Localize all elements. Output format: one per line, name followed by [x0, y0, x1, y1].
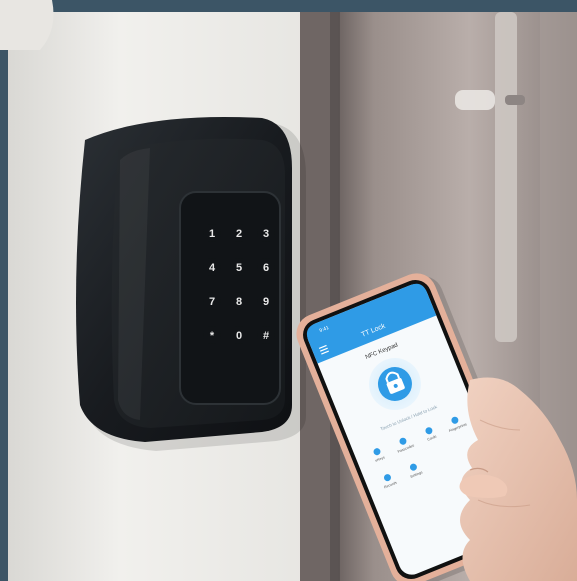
- keypad-key-label: 6: [263, 262, 269, 274]
- door-handle: [495, 12, 517, 342]
- keypad-key-label: 2: [236, 228, 242, 240]
- keypad-key-label: #: [263, 330, 269, 342]
- keypad-key-label: 3: [263, 228, 269, 240]
- keypad-key-label: *: [210, 330, 215, 342]
- keypad-key-label: 1: [209, 228, 215, 240]
- keypad-key-label: 7: [209, 296, 215, 308]
- keypad-key-label: 0: [236, 330, 242, 342]
- corner-texture: [0, 0, 54, 50]
- keypad-key-label: 9: [263, 296, 269, 308]
- product-photo: 1 2 3 4 5 6 7 8 9 * 0 # 9:41 TT Lock NFC Keypad Tou…: [0, 0, 577, 581]
- keypad-key-label: 5: [236, 262, 242, 274]
- keypad-key-label: 8: [236, 296, 242, 308]
- keypad-key-label: 4: [209, 262, 216, 274]
